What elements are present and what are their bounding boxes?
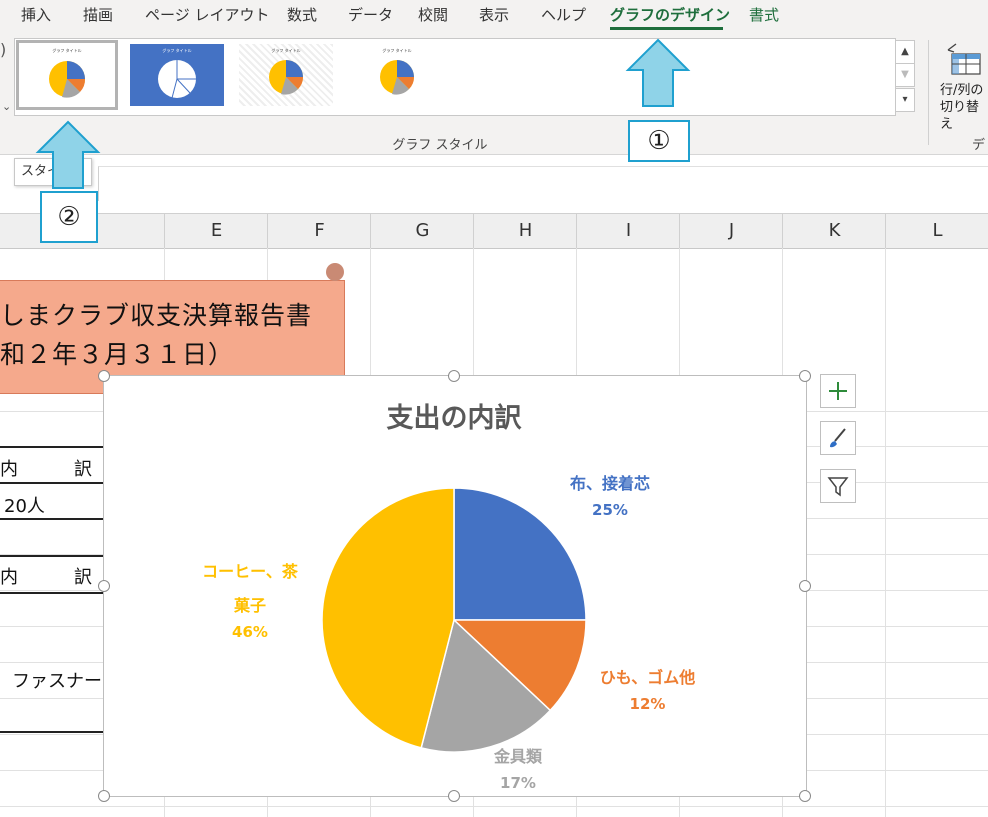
column-header-h[interactable]: H [473,214,577,248]
column-header-bar: E F G H I J K L [0,213,988,249]
cell-text: 訳 [74,459,92,480]
callout-1: ① [628,120,690,162]
resize-handle-sw[interactable] [98,790,110,802]
column-header-k[interactable]: K [782,214,886,248]
filter-icon [827,477,849,497]
chart-style-thumbnail-2[interactable]: グラフ タイトル [130,44,224,106]
switch-label-line1: 行/列の [940,83,984,98]
resize-handle-nw[interactable] [98,370,110,382]
thumbnail-title: グラフ タイトル [162,47,191,53]
table-border [0,555,104,557]
data-label-string[interactable]: ひも、ゴム他 12% [575,664,720,713]
banner-title-line1: しまクラブ収支決算報告書 [0,301,313,330]
column-header-l[interactable]: L [885,214,988,248]
data-label-percent: 25% [592,501,628,519]
column-header-i[interactable]: I [576,214,680,248]
resize-handle-n[interactable] [448,370,460,382]
partial-paren-glyph: ) [0,40,7,59]
data-label-name: 金具類 [493,747,542,766]
column-header-g[interactable]: G [370,214,474,248]
thumbnail-3-pie: グラフ タイトル [269,47,303,95]
paintbrush-icon [830,428,846,448]
cell-text: 内 [0,459,18,480]
table-border [0,592,104,594]
annotation-arrow-up-icon [625,38,691,107]
resize-handle-ne[interactable] [799,370,811,382]
thumbnail-2-pie: グラフ タイトル [158,47,196,99]
tab-draw[interactable]: 描画 [83,4,113,25]
thumbnail-title: グラフ タイトル [382,47,411,53]
table-border [0,518,104,520]
plus-icon [829,382,847,400]
chart-elements-button[interactable] [820,374,856,408]
column-header-f[interactable]: F [267,214,371,248]
chart-styles-button[interactable] [820,421,856,455]
cell-text: ファスナー [12,671,102,692]
gallery-scroll-down-button[interactable]: ▼ [895,63,915,87]
resize-handle-e[interactable] [799,580,811,592]
data-group-label: デ [972,138,986,153]
formula-input[interactable] [98,166,988,201]
thumbnail-title: グラフ タイトル [271,47,300,53]
tab-chart-design[interactable]: グラフのデザイン [610,4,730,25]
arrow-shape [35,120,101,189]
active-tab-underline [610,27,723,30]
table-border [0,731,104,733]
data-label-percent: 17% [500,774,536,792]
tab-page-layout[interactable]: ページ レイアウト [145,4,269,25]
annotation-arrow-up-icon [35,120,101,189]
cell-text: 訳 [74,567,92,588]
arrow-shape [625,38,691,107]
table-border [0,446,104,448]
tab-formulas[interactable]: 数式 [287,4,317,25]
chart-style-thumbnail-1[interactable]: グラフ タイトル [16,40,118,110]
switch-row-column-button[interactable]: 行/列の 切り替え [940,82,988,133]
tab-insert[interactable]: 挿入 [21,4,51,25]
data-label-percent: 12% [629,695,666,713]
tab-help[interactable]: ヘルプ [541,4,586,25]
tab-data[interactable]: データ [348,4,393,25]
banner-curl [326,263,344,281]
chart-styles-group-label: グラフ スタイル [392,138,488,153]
data-label-name: コーヒー、茶 [202,562,298,581]
cell-text: 内 [0,567,18,588]
thumbnail-title: グラフ タイトル [52,47,81,53]
thumbnail-1-pie: グラフ タイトル [49,47,86,98]
data-label-percent: 46% [232,623,268,641]
chevron-down-icon[interactable]: ⌄ [2,100,11,113]
resize-handle-w[interactable] [98,580,110,592]
gallery-more-button[interactable]: ▾ [895,88,915,112]
table-border [0,482,104,484]
cell-text: 20人 [4,496,45,517]
ribbon-tab-bar: 挿入 描画 ページ レイアウト 数式 データ 校閲 表示 ヘルプ グラフのデザイ… [0,0,988,34]
callout-2: ② [40,191,98,243]
tab-review[interactable]: 校閲 [418,4,448,25]
column-header-e[interactable]: E [164,214,268,248]
ribbon-group-divider [928,40,929,145]
resize-handle-se[interactable] [799,790,811,802]
chart-filters-button[interactable] [820,469,856,503]
column-header-j[interactable]: J [679,214,783,248]
switch-label-line2: 切り替え [940,100,980,132]
thumbnail-4-pie: グラフ タイトル [380,47,414,95]
data-label-hardware[interactable]: 金具類 17% [458,743,578,792]
tab-format[interactable]: 書式 [749,4,779,25]
data-label-fabric[interactable]: 布、接着芯 25% [540,470,680,519]
gallery-scroll-up-button[interactable]: ▲ [895,40,915,64]
chart-style-thumbnail-4[interactable]: グラフ タイトル [350,44,444,106]
data-label-name: 布、接着芯 [569,474,650,493]
data-label-coffee[interactable]: コーヒー、茶 菓子 46% [180,558,320,641]
data-label-name: 菓子 [233,596,266,615]
banner-title-line2: 和２年３月３１日） [0,340,235,369]
chart-style-thumbnail-3[interactable]: グラフ タイトル [239,44,333,106]
resize-handle-s[interactable] [448,790,460,802]
switch-row-column-icon[interactable] [944,42,984,78]
data-label-name: ひも、ゴム他 [599,668,696,687]
tab-view[interactable]: 表示 [479,4,509,25]
